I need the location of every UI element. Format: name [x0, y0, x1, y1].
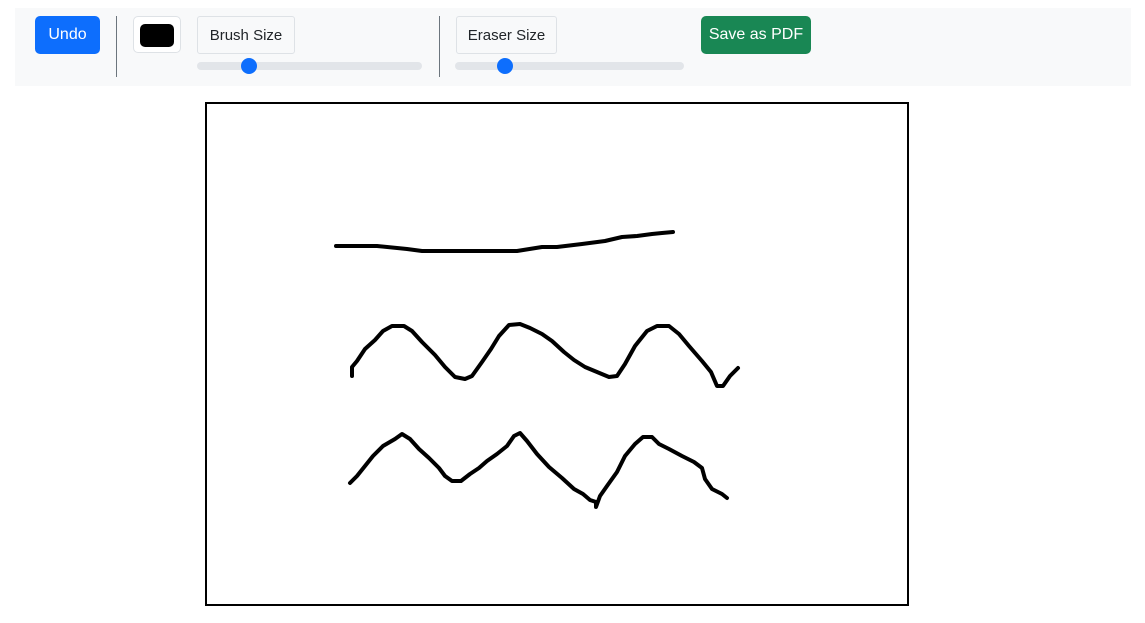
eraser-size-slider-track	[455, 62, 684, 70]
brush-color-swatch	[140, 24, 174, 47]
brush-color-picker[interactable]	[133, 16, 181, 53]
drawing-surface	[334, 230, 740, 509]
eraser-size-label: Eraser Size	[456, 16, 557, 54]
eraser-size-slider[interactable]	[455, 58, 684, 74]
brush-size-slider[interactable]	[197, 58, 422, 74]
brush-stroke-1	[334, 230, 675, 253]
save-as-pdf-button[interactable]: Save as PDF	[701, 16, 811, 54]
brush-size-slider-thumb[interactable]	[240, 58, 257, 74]
brush-size-label: Brush Size	[197, 16, 295, 54]
toolbar: Undo Brush Size Eraser Size Save as PDF	[15, 8, 1131, 86]
drawing-canvas[interactable]	[205, 102, 909, 606]
brush-size-slider-track	[197, 62, 422, 70]
eraser-size-slider-thumb[interactable]	[497, 58, 514, 74]
brush-stroke-2	[350, 322, 740, 388]
toolbar-divider	[116, 16, 117, 77]
toolbar-divider	[439, 16, 440, 77]
undo-button[interactable]: Undo	[35, 16, 100, 54]
brush-stroke-3	[348, 431, 729, 509]
